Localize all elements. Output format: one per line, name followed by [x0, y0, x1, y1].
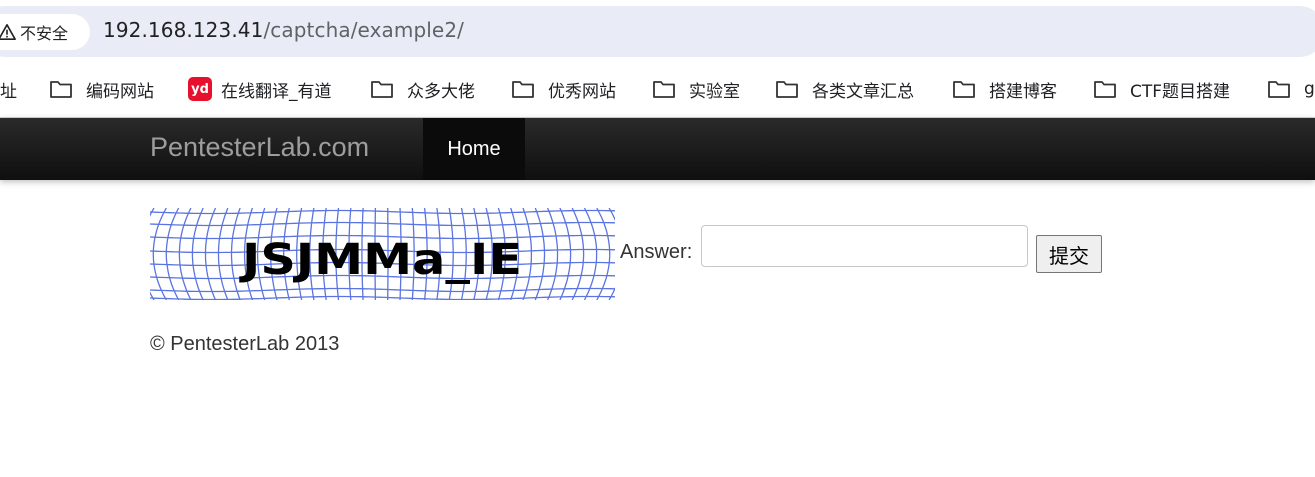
brand-link[interactable]: PentesterLab.com	[150, 132, 369, 163]
folder-icon	[776, 81, 798, 98]
bookmark-label: 编码网站	[86, 81, 154, 102]
site-navbar: PentesterLab.com Home	[0, 118, 1315, 180]
folder-icon	[50, 81, 72, 98]
bookmark-folder[interactable]: 众多大佬	[370, 76, 475, 102]
folder-icon	[653, 81, 675, 98]
footer-copyright: © PentesterLab 2013	[150, 333, 340, 355]
bookmark-folder[interactable]: 编码网站	[49, 76, 154, 102]
youdao-icon: yd	[188, 77, 212, 101]
folder-icon	[512, 81, 534, 98]
bookmark-label: CTF题目搭建	[1130, 81, 1231, 102]
address-bar-area: 不安全 192.168.123.41/captcha/example2/	[0, 0, 1315, 62]
security-label: 不安全	[20, 24, 69, 43]
bookmark-label: 优秀网站	[548, 81, 616, 102]
bookmark-label: 在线翻译_有道	[221, 81, 332, 102]
folder-icon	[1094, 81, 1116, 98]
folder-icon	[1268, 81, 1290, 98]
bookmark-label: 址	[0, 81, 17, 102]
bookmark-folder[interactable]: 各类文章汇总	[775, 76, 914, 102]
bookmark-folder[interactable]: 搭建博客	[952, 76, 1057, 102]
bookmark-label: 实验室	[689, 81, 740, 102]
bookmark-item[interactable]: 址	[0, 76, 17, 102]
bookmark-folder[interactable]: CTF题目搭建	[1093, 76, 1230, 102]
security-indicator[interactable]: 不安全	[0, 14, 90, 50]
url-path: /captcha/example2/	[263, 18, 464, 42]
url-text[interactable]: 192.168.123.41/captcha/example2/	[103, 18, 464, 42]
bookmark-label: g	[1304, 79, 1315, 99]
bookmarks-bar: 址 编码网站 yd 在线翻译_有道 众多大佬 优秀网站 实验室 各类文章汇总 搭…	[0, 62, 1315, 118]
bookmark-label: 各类文章汇总	[812, 81, 914, 102]
bookmark-folder[interactable]: 实验室	[652, 76, 740, 102]
nav-home-link[interactable]: Home	[423, 118, 525, 180]
folder-icon	[371, 81, 393, 98]
url-host: 192.168.123.41	[103, 18, 264, 42]
submit-button[interactable]: 提交	[1036, 235, 1102, 273]
bookmark-label: 众多大佬	[407, 81, 475, 102]
bookmark-folder[interactable]: g	[1267, 76, 1315, 102]
bookmark-item[interactable]: yd 在线翻译_有道	[188, 76, 332, 102]
bookmark-folder[interactable]: 优秀网站	[511, 76, 616, 102]
answer-input[interactable]	[701, 225, 1028, 267]
captcha-image: JSJMMa_IE	[150, 208, 615, 300]
folder-icon	[953, 81, 975, 98]
captcha-text: JSJMMa_IE	[239, 236, 522, 285]
answer-label: Answer:	[620, 241, 693, 263]
bookmark-label: 搭建博客	[989, 81, 1057, 102]
warning-icon	[0, 23, 16, 41]
